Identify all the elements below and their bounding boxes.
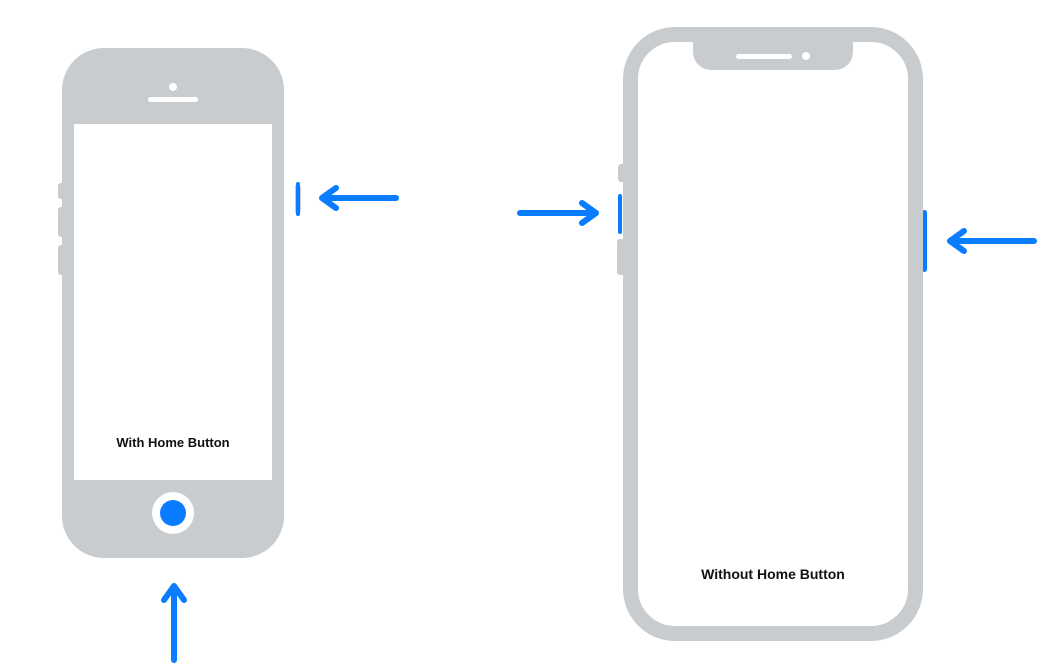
speaker-icon <box>736 54 792 59</box>
bottom-bezel <box>74 480 272 546</box>
diagram: With Home Button Without Home Button <box>0 0 1054 671</box>
front-camera-icon <box>802 52 810 60</box>
arrow-to-home-button-icon <box>160 574 188 664</box>
phone-label: With Home Button <box>74 435 272 450</box>
iphone-without-home-button: Without Home Button <box>623 27 923 641</box>
volume-up-highlight <box>618 194 622 234</box>
arrow-to-side-button-icon <box>310 184 400 212</box>
home-button-ring <box>152 492 194 534</box>
phone-label: Without Home Button <box>638 566 908 582</box>
arrow-to-side-button-icon <box>938 227 1038 255</box>
notch <box>693 42 853 70</box>
speaker-icon <box>148 97 198 102</box>
top-bezel <box>74 60 272 124</box>
home-button-highlight <box>160 500 186 526</box>
arrow-to-volume-button-icon <box>510 199 610 227</box>
front-camera-icon <box>169 83 177 91</box>
iphone-with-home-button: With Home Button <box>62 48 284 558</box>
side-button-highlight <box>296 182 300 216</box>
